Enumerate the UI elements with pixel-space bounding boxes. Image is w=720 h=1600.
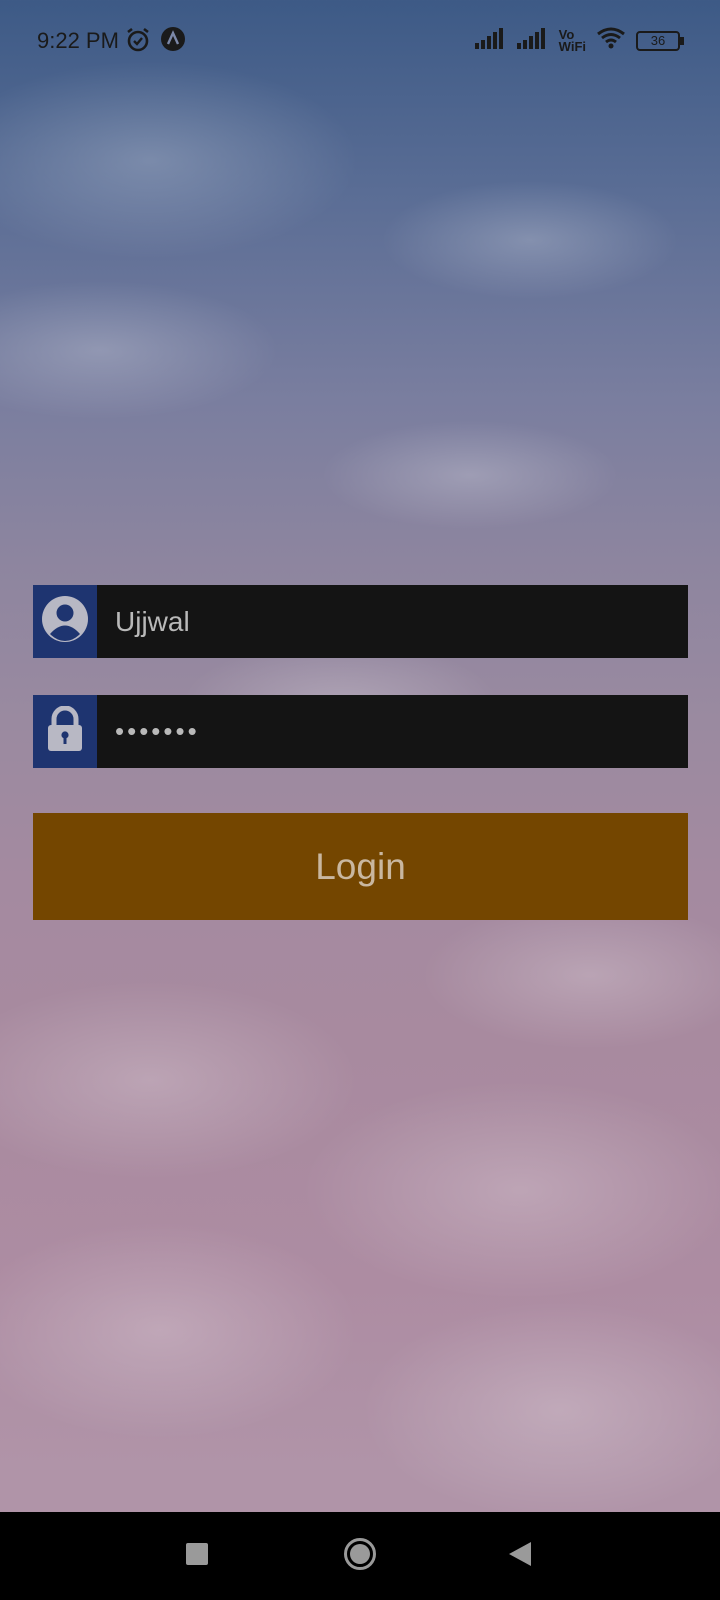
vowifi-icon: Vo WiFi <box>558 28 586 54</box>
password-field[interactable]: ••••••• <box>33 695 688 768</box>
battery-icon: 36 <box>636 30 684 51</box>
username-field[interactable] <box>33 585 688 658</box>
vowifi-bottom-label: WiFi <box>558 38 586 54</box>
user-icon <box>41 595 89 648</box>
battery-level: 36 <box>650 32 666 48</box>
back-button[interactable] <box>480 1512 560 1600</box>
password-input[interactable]: ••••••• <box>97 695 688 768</box>
lock-icon <box>45 705 85 757</box>
recent-apps-button[interactable] <box>157 1512 237 1600</box>
status-bar: 9:22 PM Vo WiFi 36 <box>0 0 720 80</box>
username-icon-box <box>33 585 97 658</box>
password-icon-box <box>33 695 97 768</box>
navigation-bar <box>0 1512 720 1600</box>
app-notification-icon <box>160 26 186 57</box>
status-right-icons: Vo WiFi 36 <box>474 26 684 55</box>
recent-apps-icon <box>185 1542 209 1571</box>
signal-icon <box>474 27 507 54</box>
back-icon <box>507 1540 533 1573</box>
alarm-icon <box>124 26 152 59</box>
status-time: 9:22 PM <box>37 28 119 53</box>
login-button[interactable]: Login <box>33 813 688 920</box>
signal-icon <box>516 27 549 54</box>
home-icon <box>343 1537 377 1576</box>
username-input[interactable] <box>97 585 688 658</box>
home-button[interactable] <box>320 1512 400 1600</box>
wifi-icon <box>596 26 626 55</box>
